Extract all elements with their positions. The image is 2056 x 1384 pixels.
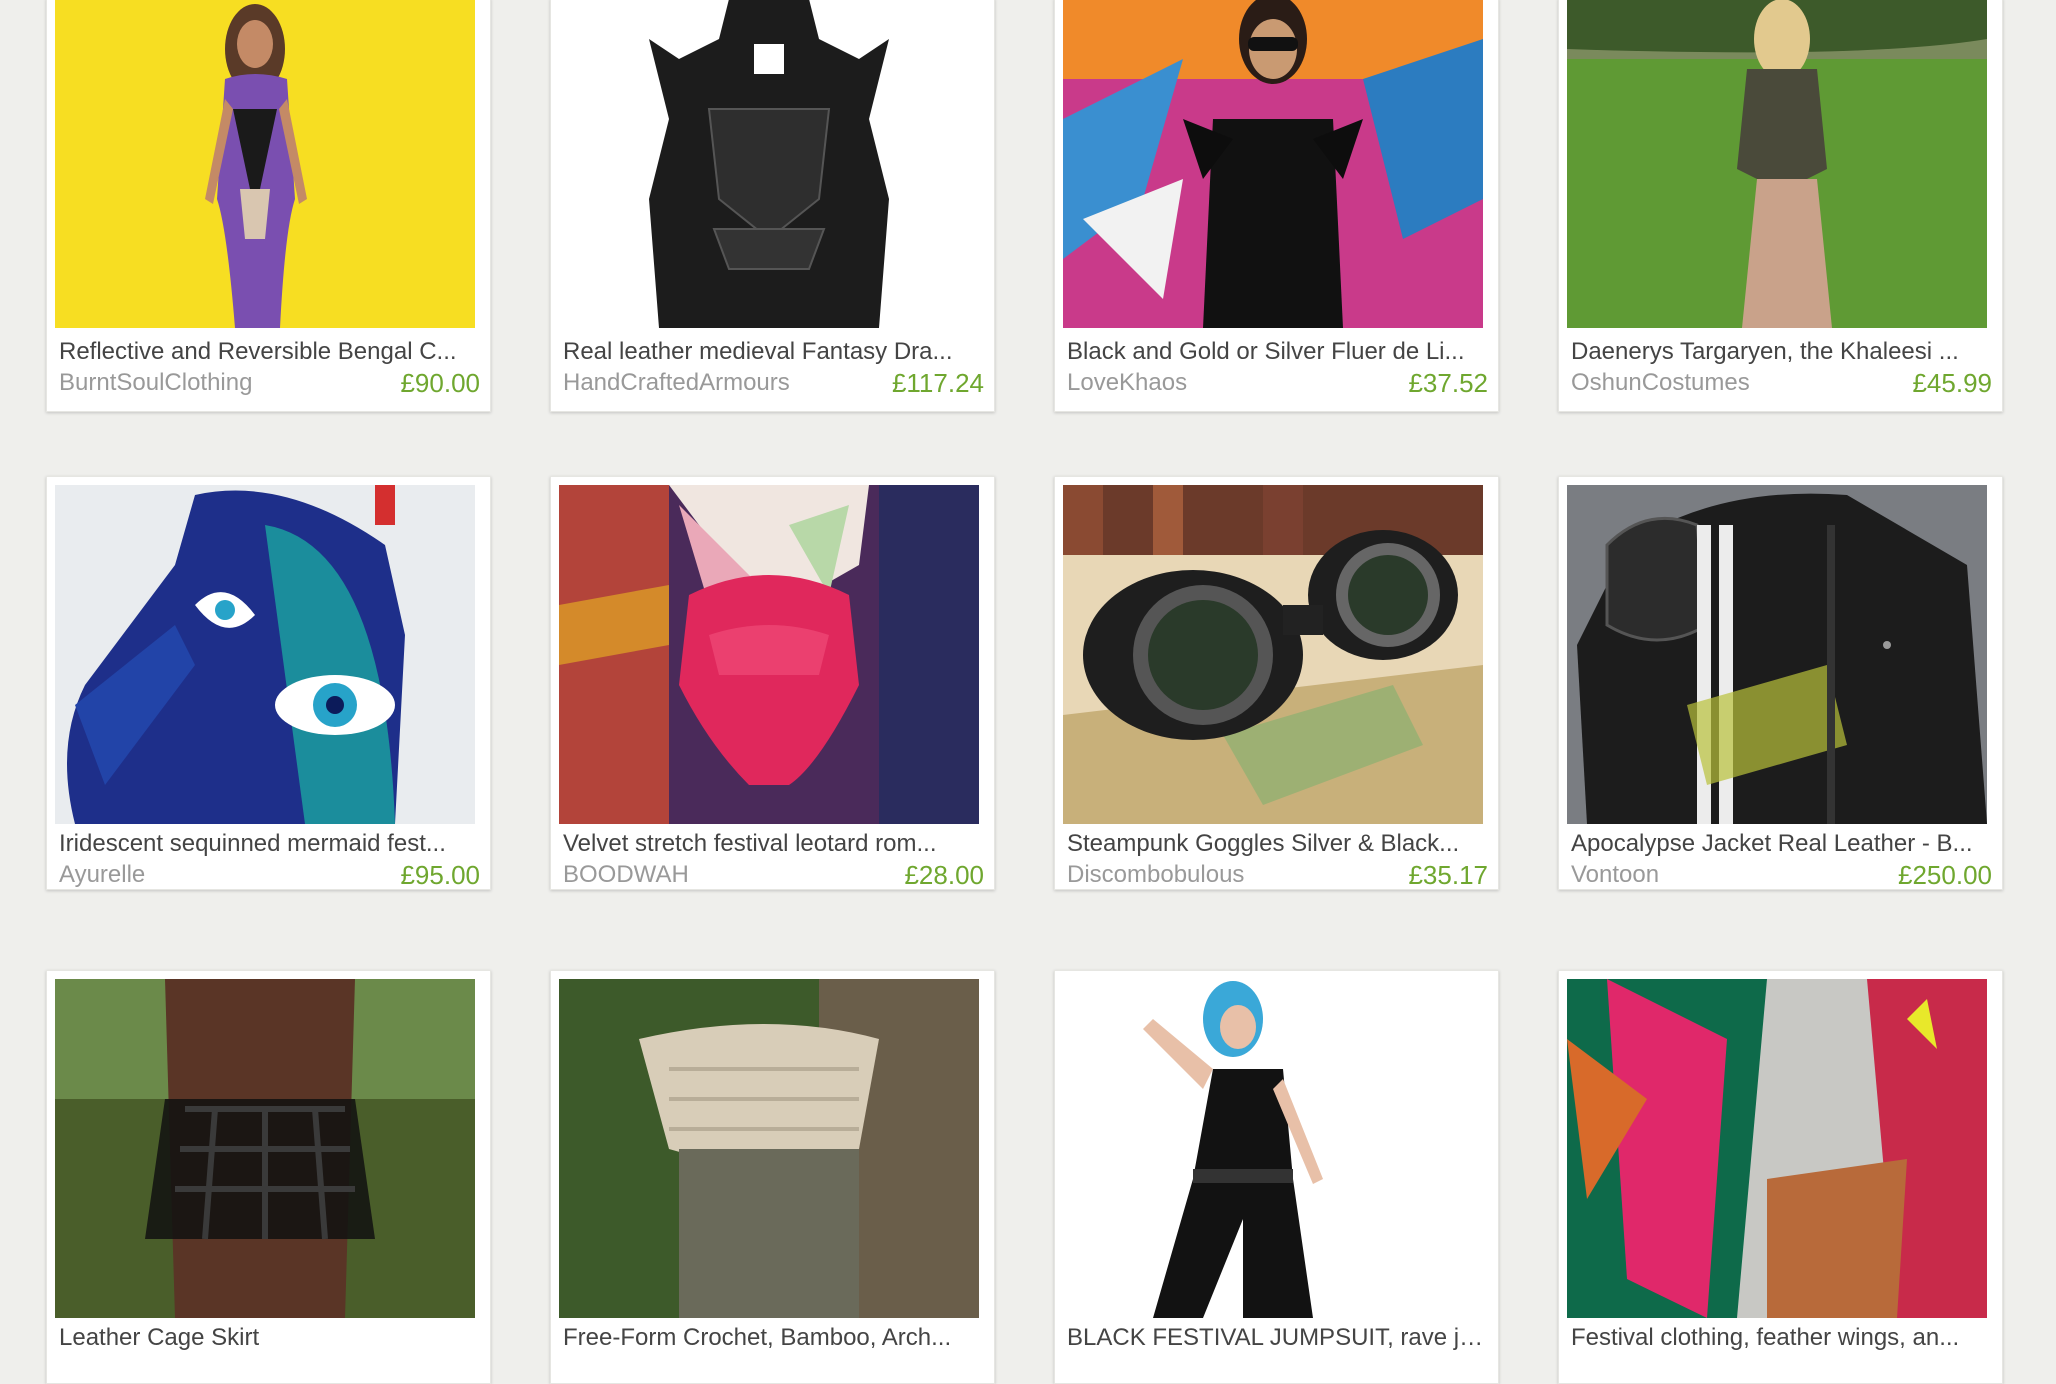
listing-card[interactable]: Velvet stretch festival leotard rom... B… [550, 476, 995, 890]
listing-card[interactable]: Steampunk Goggles Silver & Black... Disc… [1054, 476, 1499, 890]
listing-price: £117.24 [891, 368, 984, 398]
listing-card[interactable]: Real leather medieval Fantasy Dra... Han… [550, 0, 995, 412]
listing-image[interactable] [55, 485, 475, 824]
listing-image[interactable] [1063, 485, 1483, 824]
listing-title[interactable]: Free-Form Crochet, Bamboo, Arch... [563, 1323, 983, 1353]
listing-price: £90.00 [400, 368, 480, 398]
listing-title[interactable]: Festival clothing, feather wings, an... [1571, 1323, 1991, 1353]
listing-grid: Reflective and Reversible Bengal C... Bu… [0, 0, 2056, 1384]
listing-shop[interactable]: BurntSoulClothing [59, 369, 252, 397]
listing-image[interactable] [1567, 0, 1987, 328]
listing-card[interactable]: BLACK FESTIVAL JUMPSUIT, rave ju... [1054, 970, 1499, 1384]
listing-card[interactable]: Apocalypse Jacket Real Leather - B... Vo… [1558, 476, 2003, 890]
listing-title[interactable]: Steampunk Goggles Silver & Black... [1067, 829, 1487, 859]
listing-title[interactable]: BLACK FESTIVAL JUMPSUIT, rave ju... [1067, 1323, 1487, 1353]
listing-image[interactable] [1063, 0, 1483, 328]
listing-title[interactable]: Real leather medieval Fantasy Dra... [563, 337, 983, 367]
listing-title[interactable]: Leather Cage Skirt [59, 1323, 479, 1353]
listing-price: £250.00 [1898, 860, 1992, 890]
listing-price: £37.52 [1408, 368, 1488, 398]
listing-shop[interactable]: Ayurelle [59, 861, 145, 889]
listing-price: £28.00 [904, 860, 984, 890]
listing-price: £35.17 [1408, 860, 1488, 890]
listing-image[interactable] [55, 0, 475, 328]
listing-image[interactable] [55, 979, 475, 1318]
listing-card[interactable]: Free-Form Crochet, Bamboo, Arch... [550, 970, 995, 1384]
listing-title[interactable]: Reflective and Reversible Bengal C... [59, 337, 479, 367]
listing-image[interactable] [1567, 979, 1987, 1318]
listing-price: £45.99 [1912, 368, 1992, 398]
listing-card[interactable]: Festival clothing, feather wings, an... [1558, 970, 2003, 1384]
listing-card[interactable]: Daenerys Targaryen, the Khaleesi ... Osh… [1558, 0, 2003, 412]
listing-price: £95.00 [400, 860, 480, 890]
listing-title[interactable]: Apocalypse Jacket Real Leather - B... [1571, 829, 1991, 859]
listing-card[interactable]: Iridescent sequinned mermaid fest... Ayu… [46, 476, 491, 890]
listing-shop[interactable]: OshunCostumes [1571, 369, 1750, 397]
listing-shop[interactable]: Discombobulous [1067, 861, 1244, 889]
listing-image[interactable] [559, 485, 979, 824]
listing-title[interactable]: Black and Gold or Silver Fluer de Li... [1067, 337, 1487, 367]
listing-title[interactable]: Iridescent sequinned mermaid fest... [59, 829, 479, 859]
listing-image[interactable] [1567, 485, 1987, 824]
listing-card[interactable]: Black and Gold or Silver Fluer de Li... … [1054, 0, 1499, 412]
listing-image[interactable] [559, 0, 979, 328]
listing-shop[interactable]: LoveKhaos [1067, 369, 1187, 397]
listing-image[interactable] [1063, 979, 1483, 1318]
listing-title[interactable]: Daenerys Targaryen, the Khaleesi ... [1571, 337, 1991, 367]
listing-card[interactable]: Reflective and Reversible Bengal C... Bu… [46, 0, 491, 412]
listing-card[interactable]: Leather Cage Skirt [46, 970, 491, 1384]
listing-shop[interactable]: BOODWAH [563, 861, 689, 889]
listing-shop[interactable]: HandCraftedArmours [563, 369, 790, 397]
listing-title[interactable]: Velvet stretch festival leotard rom... [563, 829, 983, 859]
listing-shop[interactable]: Vontoon [1571, 861, 1659, 889]
listing-image[interactable] [559, 979, 979, 1318]
